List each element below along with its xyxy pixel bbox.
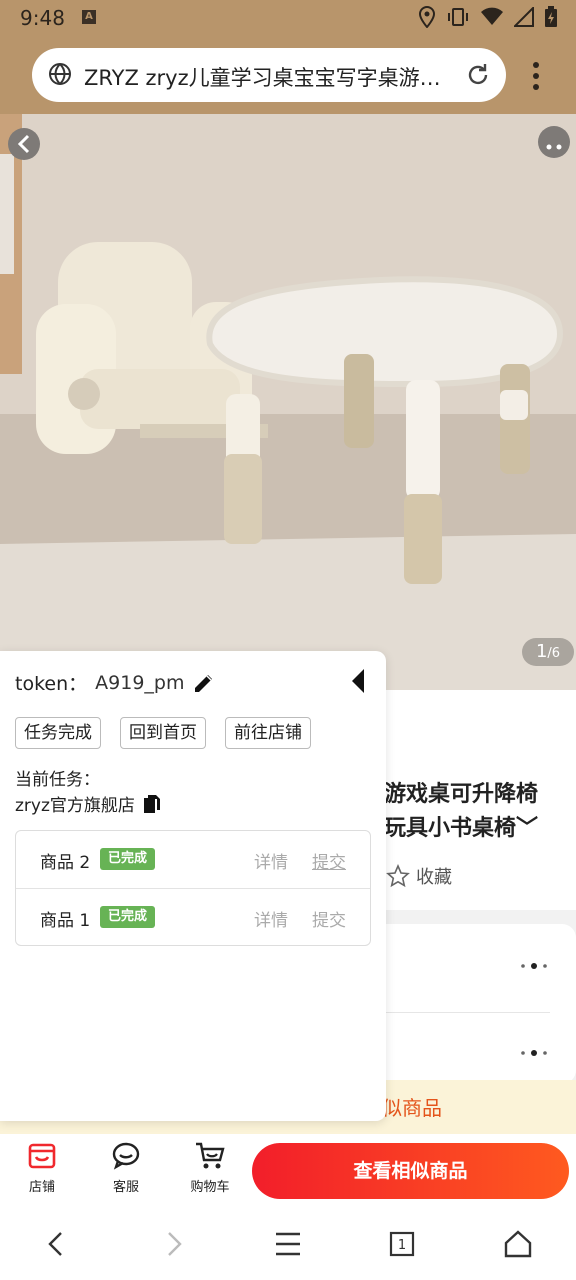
current-task-value: zryz官方旗舰店 — [15, 796, 135, 816]
edit-icon[interactable] — [192, 671, 216, 695]
similar-banner-text: 似商品 — [382, 1096, 442, 1120]
product-photo-illustration — [0, 114, 576, 690]
customer-service-label: 客服 — [112, 1180, 139, 1195]
back-home-button[interactable]: 回到首页 — [120, 717, 206, 749]
customer-service-button[interactable]: 客服 — [94, 1140, 158, 1195]
status-badge: 已完成 — [100, 848, 156, 870]
cart-label: 购物车 — [190, 1180, 230, 1195]
browser-nav-bar: 1 — [0, 1210, 576, 1280]
reload-icon[interactable] — [464, 61, 492, 89]
task-name: 商品 2 — [40, 853, 91, 873]
notification-icon: A — [82, 10, 96, 24]
product-image[interactable]: 1/6 — [0, 114, 576, 690]
url-bar[interactable]: ZRYZ zryz儿童学习桌宝宝写字桌游… — [32, 48, 506, 102]
copy-icon[interactable] — [143, 794, 161, 814]
option-more-icon-2[interactable] — [520, 1039, 548, 1063]
shop-label: 店铺 — [28, 1180, 55, 1195]
bottom-action-bar: 店铺 客服 购物车 查看相似商品 — [0, 1134, 576, 1210]
product-title-line2-wrap: 玩具小书桌椅﹀ — [384, 812, 538, 846]
cart-icon — [196, 1142, 225, 1169]
vibrate-icon — [446, 7, 470, 31]
token-row: token： A919_pm — [15, 669, 216, 696]
nav-back-icon[interactable] — [40, 1228, 72, 1260]
nav-forward-icon[interactable] — [158, 1228, 190, 1260]
status-badge: 已完成 — [100, 906, 156, 928]
shop-icon — [28, 1143, 56, 1169]
nav-menu-icon[interactable] — [272, 1228, 304, 1260]
product-title-line1: 游戏桌可升降椅 — [384, 782, 539, 807]
current-task-row: zryz官方旗舰店 — [15, 791, 161, 816]
product-title-line2: 玩具小书桌椅 — [384, 816, 517, 841]
task-detail-link[interactable]: 详情 — [254, 906, 288, 931]
star-icon — [386, 864, 410, 888]
product-title[interactable]: 游戏桌可升降椅 玩具小书桌椅﹀ — [384, 778, 538, 846]
pager-current: 1 — [535, 641, 548, 662]
battery-icon — [544, 6, 558, 32]
view-similar-button[interactable]: 查看相似商品 — [252, 1143, 569, 1199]
url-text[interactable]: ZRYZ zryz儿童学习桌宝宝写字桌游… — [84, 62, 454, 92]
task-row: 商品 2 已完成 详情 提交 — [16, 831, 370, 888]
task-name: 商品 1 — [40, 911, 91, 931]
task-list: 商品 2 已完成 详情 提交 商品 1 已完成 详情 提交 — [15, 830, 371, 946]
option-more-icon[interactable] — [520, 952, 548, 976]
wifi-icon — [480, 7, 504, 31]
collapse-panel-icon[interactable] — [348, 667, 368, 695]
divider — [384, 1012, 550, 1013]
globe-icon — [49, 63, 71, 85]
expand-chevron-icon[interactable]: ﹀ — [516, 816, 538, 841]
chat-icon — [112, 1142, 140, 1170]
task-submit-link[interactable]: 提交 — [312, 906, 346, 931]
dots-icon — [546, 144, 562, 150]
nav-tabs-icon[interactable]: 1 — [386, 1228, 418, 1260]
task-complete-button[interactable]: 任务完成 — [15, 717, 101, 749]
task-detail-link[interactable]: 详情 — [254, 848, 288, 873]
current-task-label: 当前任务： — [15, 770, 100, 790]
pager-total: /6 — [547, 646, 561, 661]
task-submit-link[interactable]: 提交 — [312, 848, 346, 873]
back-button[interactable] — [8, 128, 40, 160]
image-pager: 1/6 — [522, 638, 574, 666]
cart-button[interactable]: 购物车 — [178, 1140, 242, 1195]
token-value: A919_pm — [95, 671, 185, 694]
status-time: 9:48 — [20, 6, 65, 30]
chevron-left-icon — [17, 134, 30, 154]
nav-home-icon[interactable] — [502, 1228, 534, 1260]
status-icons — [418, 5, 558, 32]
more-menu-icon[interactable] — [528, 60, 544, 92]
more-options-button[interactable] — [538, 126, 570, 158]
location-icon — [418, 5, 436, 32]
status-bar: 9:48 A — [0, 0, 576, 36]
shop-button[interactable]: 店铺 — [10, 1140, 74, 1195]
favorite-button[interactable]: 收藏 — [386, 863, 452, 889]
signal-icon — [512, 5, 534, 31]
browser-toolbar: ZRYZ zryz儿童学习桌宝宝写字桌游… — [0, 36, 576, 114]
task-panel: token： A919_pm 任务完成 回到首页 前往店铺 当前任务： zryz… — [0, 651, 386, 1121]
task-row: 商品 1 已完成 详情 提交 — [16, 888, 370, 946]
go-to-shop-button[interactable]: 前往店铺 — [225, 717, 311, 749]
svg-text:1: 1 — [398, 1238, 406, 1253]
token-label: token： — [15, 673, 88, 695]
favorite-label: 收藏 — [416, 867, 452, 888]
